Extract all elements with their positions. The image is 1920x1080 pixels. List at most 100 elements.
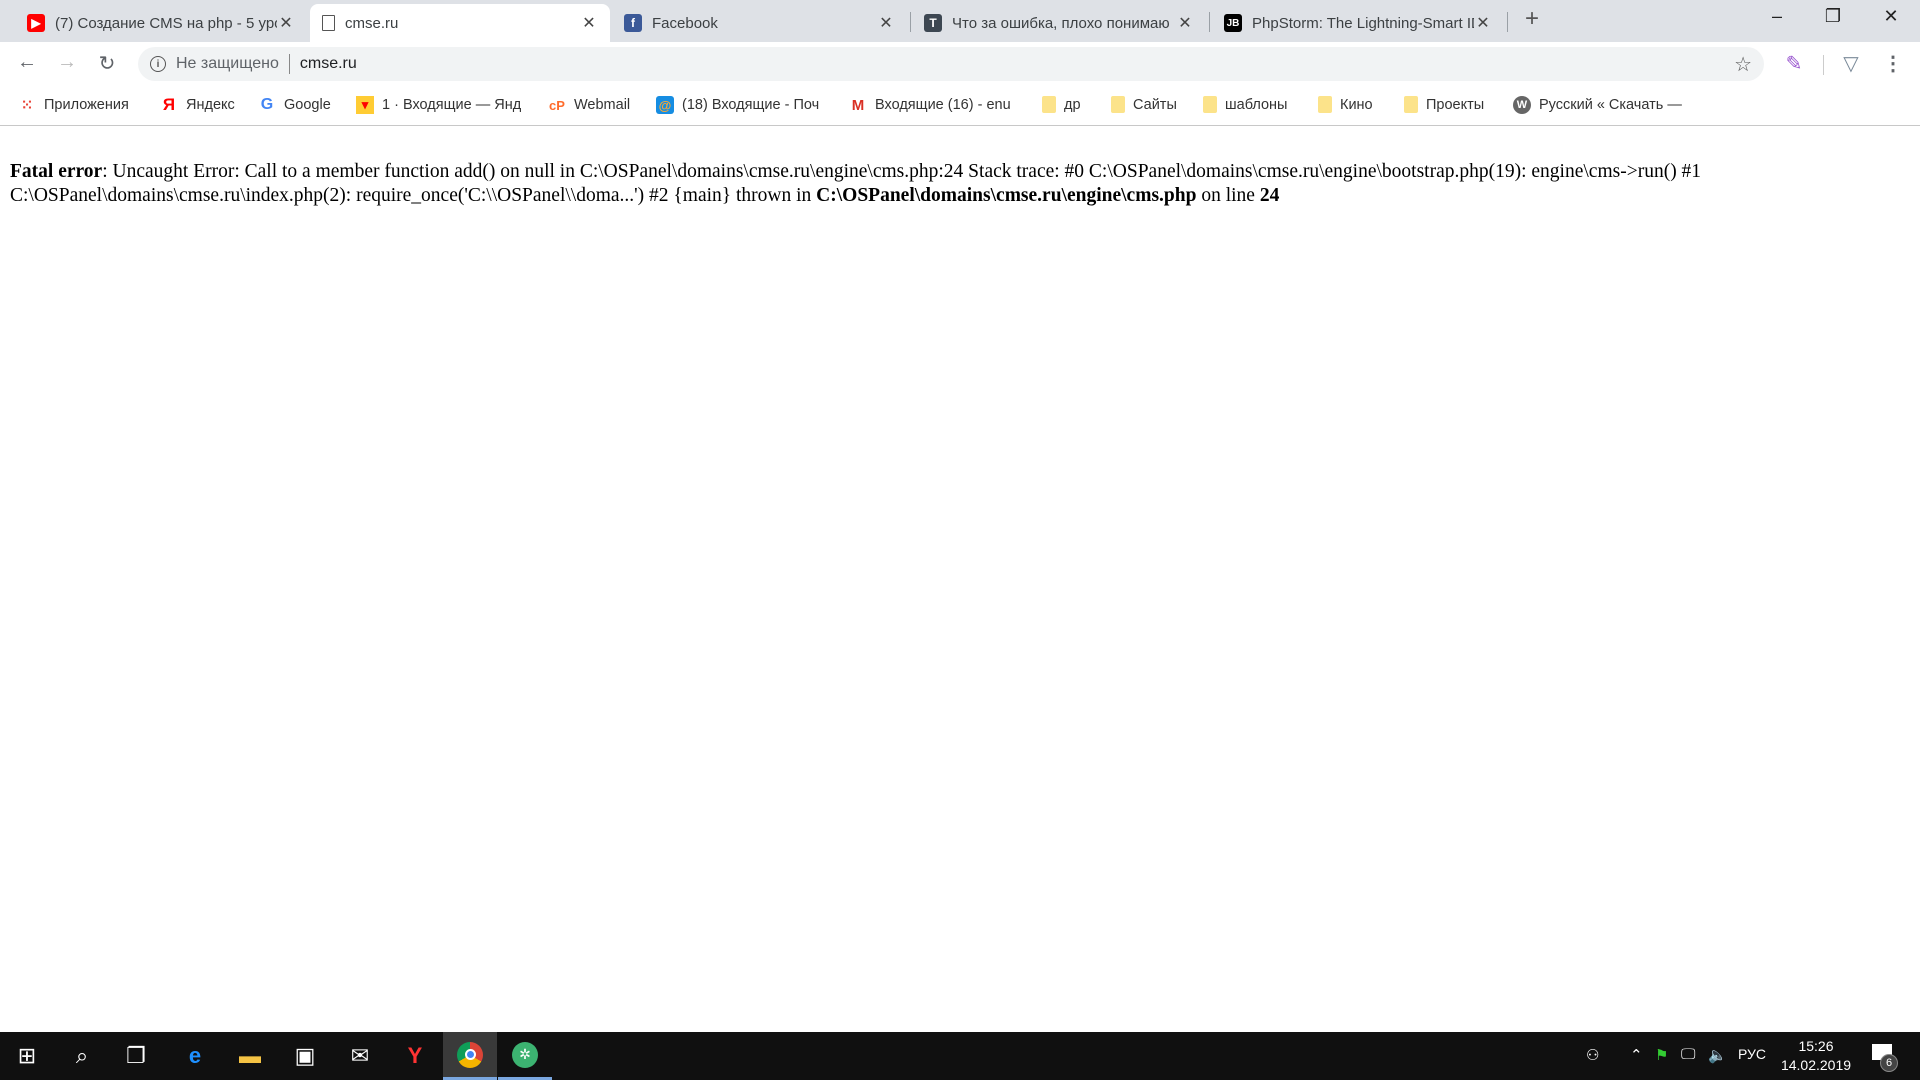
divider	[288, 54, 290, 74]
bookmark-star-icon[interactable]: ☆	[1734, 52, 1752, 77]
store-icon[interactable]: ▣	[278, 1032, 332, 1080]
url-text[interactable]: cmse.ru	[300, 55, 357, 73]
bookmark-wordpress[interactable]: W Русский « Скачать —	[1513, 96, 1682, 114]
error-label: Fatal error	[10, 161, 103, 182]
bookmark-label: шаблоны	[1225, 96, 1288, 113]
tab-phpstorm[interactable]: JB PhpStorm: The Lightning-Smart IDE ✕	[1212, 4, 1504, 42]
bookmark-webmail[interactable]: cP Webmail	[548, 96, 630, 114]
tab-cmse[interactable]: cmse.ru ✕	[310, 4, 610, 42]
bookmark-label: Входящие (16) - enu	[875, 97, 1011, 113]
clock-time: 15:26	[1798, 1038, 1834, 1054]
ospanel-icon[interactable]: ✲	[498, 1032, 552, 1080]
new-tab-button[interactable]: +	[1517, 5, 1547, 33]
bookmark-label: Русский « Скачать —	[1539, 97, 1682, 113]
flag-icon[interactable]: ⚑	[1655, 1046, 1668, 1064]
shield-extension-icon[interactable]: ▽	[1838, 51, 1864, 76]
yandex-browser-icon[interactable]: Y	[388, 1032, 442, 1080]
tab-toster[interactable]: T Что за ошибка, плохо понимаю ✕	[912, 4, 1206, 42]
security-label[interactable]: Не защищено	[176, 55, 279, 73]
error-message: Fatal error: Uncaught Error: Call to a m…	[10, 160, 1910, 207]
tab-strip: ▶ (7) Создание CMS на php - 5 урок ✕ cms…	[0, 0, 1920, 42]
bookmark-folder[interactable]: Кино	[1318, 96, 1373, 113]
bookmark-gmail[interactable]: M Входящие (16) - enu	[849, 96, 1015, 114]
error-line: 24	[1259, 184, 1280, 206]
taskbar: ⊞ ⌕ ❐ e ▬ ▣ ✉ Y ✲ ⚇ ⌃ ⚑ 🖵 🔈 РУС 15:26 14.…	[0, 1032, 1920, 1080]
bookmark-label: Google	[284, 97, 331, 113]
edge-icon[interactable]: e	[168, 1032, 222, 1080]
bookmark-mailru[interactable]: @ (18) Входящие - Поч	[656, 96, 822, 114]
tab-title: Что за ошибка, плохо понимаю	[952, 14, 1170, 32]
bookmark-google[interactable]: G Google	[258, 96, 331, 114]
people-icon[interactable]: ⚇	[1586, 1046, 1599, 1064]
menu-icon[interactable]: ⋮	[1880, 51, 1906, 76]
show-hidden-icons-chevron[interactable]: ⌃	[1630, 1046, 1643, 1064]
notification-count-badge: 6	[1880, 1054, 1898, 1072]
tab-facebook[interactable]: f Facebook ✕	[612, 4, 907, 42]
wordpress-icon: W	[1513, 96, 1531, 114]
bookmark-label: Сайты	[1133, 96, 1177, 113]
apps-grid-icon: ⁙	[20, 97, 34, 114]
search-icon[interactable]: ⌕	[55, 1032, 109, 1080]
chrome-icon[interactable]	[443, 1032, 497, 1080]
bookmark-yandex[interactable]: Я Яндекс	[160, 95, 235, 114]
reload-button[interactable]: ↻	[94, 51, 120, 76]
folder-icon	[1318, 96, 1332, 113]
bookmarks-bar: ⁙ Приложения Я Яндекс G Google ▾ 1 · Входящи…	[0, 86, 1920, 126]
tab-youtube[interactable]: ▶ (7) Создание CMS на php - 5 урок ✕	[15, 4, 307, 42]
bookmark-label: Яндекс	[186, 97, 235, 113]
error-text: on line	[1196, 184, 1260, 206]
tab-title: PhpStorm: The Lightning-Smart IDE	[1252, 14, 1474, 32]
file-explorer-icon[interactable]: ▬	[223, 1032, 277, 1080]
restore-button[interactable]: ❐	[1818, 6, 1848, 27]
tab-title: cmse.ru	[345, 14, 399, 32]
yandex-icon: Я	[162, 95, 176, 114]
bookmark-folder[interactable]: Сайты	[1111, 96, 1177, 113]
error-file: C:\OSPanel\domains\cmse.ru\engine\cms.ph…	[816, 184, 1197, 206]
pen-extension-icon[interactable]: ✎	[1781, 51, 1807, 76]
bookmark-label: Проекты	[1426, 96, 1485, 113]
bookmark-label: Webmail	[574, 97, 631, 113]
close-tab-icon[interactable]: ✕	[1176, 13, 1194, 33]
close-tab-icon[interactable]: ✕	[580, 13, 598, 33]
bookmark-folder[interactable]: Проекты	[1404, 96, 1484, 113]
language-indicator[interactable]: РУС	[1738, 1046, 1766, 1062]
cpanel-icon: cP	[549, 97, 565, 113]
mailru-icon: @	[656, 96, 674, 114]
forward-button[interactable]: →	[54, 51, 80, 74]
clock[interactable]: 15:26 14.02.2019	[1780, 1037, 1852, 1075]
bookmark-label: 1 · Входящие — Янд	[382, 97, 522, 113]
close-window-button[interactable]: ✕	[1876, 6, 1906, 27]
bookmark-label: Приложения	[44, 97, 129, 113]
address-bar[interactable]: i Не защищено cmse.ru ☆	[138, 47, 1764, 81]
tab-separator	[1507, 12, 1508, 32]
task-view-icon[interactable]: ❐	[109, 1032, 163, 1080]
volume-icon[interactable]: 🔈	[1708, 1046, 1727, 1064]
toolbar: ← → ↻ i Не защищено cmse.ru ☆ ✎ ▽ ⋮	[0, 42, 1920, 86]
toster-icon: T	[924, 14, 942, 32]
folder-icon	[1042, 96, 1056, 113]
folder-icon	[1404, 96, 1418, 113]
close-tab-icon[interactable]: ✕	[877, 13, 895, 33]
info-icon[interactable]: i	[150, 56, 166, 72]
bookmark-yandex-mail[interactable]: ▾ 1 · Входящие — Янд	[356, 96, 522, 114]
facebook-icon: f	[624, 14, 642, 32]
tab-separator	[1209, 12, 1210, 32]
bookmark-folder[interactable]: др	[1042, 96, 1081, 113]
google-icon: G	[260, 96, 274, 113]
network-icon[interactable]: 🖵	[1681, 1046, 1695, 1063]
tab-title: (7) Создание CMS на php - 5 урок	[55, 14, 277, 32]
tab-separator	[910, 12, 911, 32]
start-button[interactable]: ⊞	[0, 1032, 54, 1080]
mail-icon[interactable]: ✉	[333, 1032, 387, 1080]
bookmark-label: др	[1064, 96, 1081, 113]
gmail-icon: M	[851, 96, 865, 114]
tab-title: Facebook	[652, 14, 718, 32]
minimize-button[interactable]: –	[1762, 6, 1792, 27]
close-tab-icon[interactable]: ✕	[1474, 13, 1492, 33]
youtube-icon: ▶	[27, 14, 45, 32]
close-tab-icon[interactable]: ✕	[277, 13, 295, 33]
back-button[interactable]: ←	[14, 51, 40, 74]
bookmark-folder[interactable]: шаблоны	[1203, 96, 1287, 113]
bookmark-label: Кино	[1340, 96, 1373, 113]
bookmark-apps[interactable]: ⁙ Приложения	[18, 96, 129, 114]
